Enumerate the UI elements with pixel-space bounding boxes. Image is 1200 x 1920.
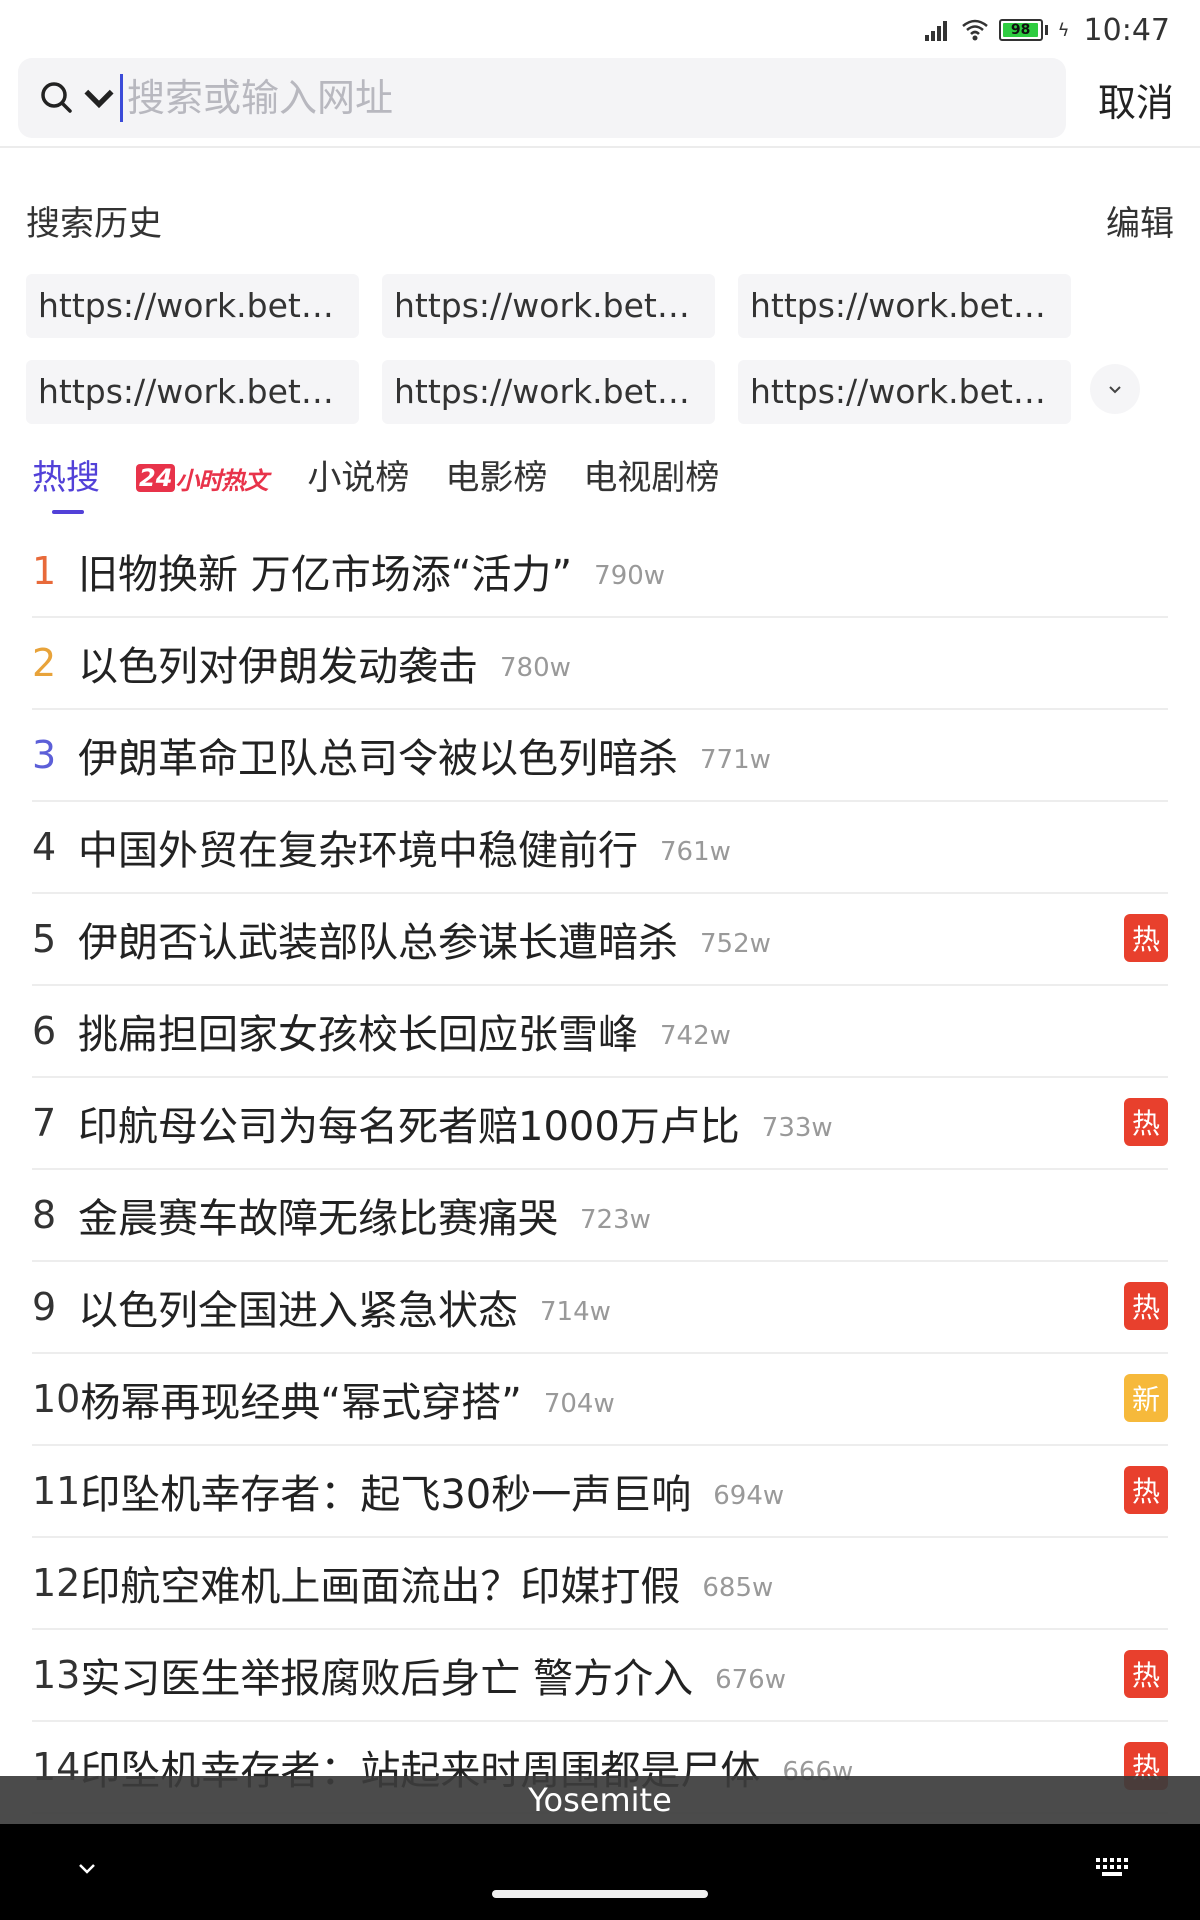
hot-rank-number: 12 bbox=[32, 1561, 81, 1605]
hot-title: 实习医生举报腐败后身亡 警方介入 bbox=[80, 1656, 694, 1702]
hot-rank-number: 3 bbox=[32, 733, 57, 777]
history-chip[interactable]: https://work.beta.example.com/b bbox=[382, 274, 715, 338]
hot-heat-count: 676w bbox=[715, 1665, 786, 1695]
text-cursor bbox=[120, 74, 123, 122]
chevron-down-icon bbox=[84, 89, 114, 109]
battery-percent: 98 bbox=[1010, 22, 1031, 38]
history-chip[interactable]: https://work.beta.example.com/a bbox=[26, 274, 359, 338]
hot-heat-count: 780w bbox=[500, 653, 571, 683]
hot-search-item[interactable]: 13 实习医生举报腐败后身亡 警方介入 676w 热 bbox=[32, 1630, 1168, 1722]
search-bar[interactable] bbox=[18, 58, 1066, 138]
hot-heat-count: 704w bbox=[543, 1389, 615, 1419]
hot-rank-number: 7 bbox=[32, 1101, 57, 1145]
keyboard-icon[interactable] bbox=[1094, 1856, 1130, 1878]
search-icon bbox=[41, 82, 72, 113]
hot-heat-count: 694w bbox=[713, 1481, 785, 1511]
toast: Yosemite bbox=[0, 1776, 1200, 1824]
hot-rank-number: 6 bbox=[32, 1009, 57, 1053]
history-expand-button[interactable] bbox=[1090, 364, 1140, 414]
tab-novel[interactable]: 小说榜 bbox=[307, 450, 409, 520]
rank-tabs: 热搜 24 小时热文 小说榜 电影榜 电视剧榜 bbox=[32, 450, 755, 520]
header-divider bbox=[0, 146, 1200, 148]
status-icons: 98 ϟ 10:47 bbox=[924, 10, 1170, 50]
hot-search-item[interactable]: 11 印坠机幸存者：起飞30秒一声巨响 694w 热 bbox=[32, 1446, 1168, 1538]
hot-search-item[interactable]: 3 伊朗革命卫队总司令被以色列暗杀 771w bbox=[32, 710, 1168, 802]
hot-heat-count: 723w bbox=[580, 1205, 651, 1235]
hot-search-item[interactable]: 4 中国外贸在复杂环境中稳健前行 761w bbox=[32, 802, 1168, 894]
hot-title: 挑扁担回家女孩校长回应张雪峰 bbox=[78, 1012, 638, 1058]
hot-title: 杨幂再现经典“幂式穿搭” bbox=[80, 1380, 522, 1426]
history-chip[interactable]: https://work.beta.example.com/e bbox=[382, 360, 715, 424]
hot-search-item[interactable]: 5 伊朗否认武装部队总参谋长遭暗杀 752w 热 bbox=[32, 894, 1168, 986]
history-chip[interactable]: https://work.beta.example.com/d bbox=[26, 360, 359, 424]
hot-title: 以色列对伊朗发动袭击 bbox=[78, 644, 478, 690]
hot-heat-count: 742w bbox=[660, 1021, 731, 1051]
hot-search-item[interactable]: 6 挑扁担回家女孩校长回应张雪峰 742w bbox=[32, 986, 1168, 1078]
history-title: 搜索历史 bbox=[26, 204, 162, 244]
hot-title: 伊朗否认武装部队总参谋长遭暗杀 bbox=[78, 920, 678, 966]
hot-search-item[interactable]: 9 以色列全国进入紧急状态 714w 热 bbox=[32, 1262, 1168, 1354]
hot-heat-count: 733w bbox=[761, 1113, 833, 1143]
history-chip[interactable]: https://work.beta.example.com/f bbox=[738, 360, 1071, 424]
hot-badge: 热 bbox=[1124, 1650, 1168, 1698]
navigation-bar bbox=[0, 1824, 1200, 1920]
hot-title: 中国外贸在复杂环境中稳健前行 bbox=[78, 828, 638, 874]
hot-heat-count: 790w bbox=[594, 561, 666, 591]
hot-search-item[interactable]: 1 旧物换新 万亿市场添“活力” 790w bbox=[32, 526, 1168, 618]
wifi-icon bbox=[961, 19, 988, 41]
hot-rank-number: 9 bbox=[32, 1285, 57, 1329]
battery-icon: 98 bbox=[998, 19, 1043, 41]
hot-rank-number: 11 bbox=[32, 1469, 81, 1513]
hot-heat-count: 771w bbox=[700, 745, 771, 775]
hot-title: 以色列全国进入紧急状态 bbox=[78, 1288, 518, 1334]
tab-movie[interactable]: 电影榜 bbox=[445, 450, 547, 520]
home-handle[interactable] bbox=[492, 1890, 708, 1898]
hot-title: 旧物换新 万亿市场添“活力” bbox=[78, 552, 573, 598]
search-input[interactable] bbox=[127, 76, 1027, 120]
history-edit-button[interactable]: 编辑 bbox=[1106, 196, 1174, 245]
hot-heat-count: 752w bbox=[700, 929, 771, 959]
logo-24-number: 24 bbox=[136, 464, 176, 492]
hot-rank-number: 1 bbox=[32, 549, 57, 593]
hot-search-list: 1 旧物换新 万亿市场添“活力” 790w 2 以色列对伊朗发动袭击 780w 3 伊朗革命卫… bbox=[32, 526, 1168, 1814]
hot-badge: 热 bbox=[1124, 1098, 1168, 1146]
hot-badge: 热 bbox=[1124, 914, 1168, 962]
search-engine-selector[interactable] bbox=[38, 79, 118, 117]
hot-search-item[interactable]: 2 以色列对伊朗发动袭击 780w bbox=[32, 618, 1168, 710]
hot-heat-count: 685w bbox=[702, 1573, 774, 1603]
tab-24h-hot-articles[interactable]: 24 小时热文 bbox=[136, 456, 268, 500]
hot-title: 印航母公司为每名死者赔1000万卢比 bbox=[78, 1104, 740, 1150]
charging-icon: ϟ bbox=[1057, 19, 1070, 41]
hot-rank-number: 2 bbox=[32, 641, 57, 685]
hot-badge: 热 bbox=[1124, 1282, 1168, 1330]
hot-title: 印坠机幸存者：起飞30秒一声巨响 bbox=[80, 1472, 692, 1518]
hot-title: 金晨赛车故障无缘比赛痛哭 bbox=[78, 1196, 558, 1242]
hot-rank-number: 13 bbox=[32, 1653, 81, 1697]
tab-tv[interactable]: 电视剧榜 bbox=[583, 450, 719, 520]
hot-heat-count: 714w bbox=[540, 1297, 611, 1327]
hot-rank-number: 8 bbox=[32, 1193, 57, 1237]
history-chip[interactable]: https://work.beta.example.com/c bbox=[738, 274, 1071, 338]
hot-rank-number: 4 bbox=[32, 825, 57, 869]
hot-search-item[interactable]: 10 杨幂再现经典“幂式穿搭” 704w 新 bbox=[32, 1354, 1168, 1446]
tab-hot-search[interactable]: 热搜 bbox=[32, 450, 100, 520]
chevron-down-icon bbox=[1109, 386, 1121, 394]
status-time: 10:47 bbox=[1083, 12, 1170, 48]
battery-cap bbox=[1044, 25, 1048, 35]
hot-badge: 热 bbox=[1124, 1466, 1168, 1514]
nav-collapse-icon[interactable] bbox=[72, 1854, 102, 1884]
new-badge: 新 bbox=[1124, 1374, 1168, 1422]
cancel-button[interactable]: 取消 bbox=[1098, 72, 1174, 127]
hot-heat-count: 761w bbox=[660, 837, 731, 867]
hot-search-item[interactable]: 12 印航空难机上画面流出？印媒打假 685w bbox=[32, 1538, 1168, 1630]
logo-24-text: 小时热文 bbox=[175, 466, 268, 495]
hot-rank-number: 10 bbox=[32, 1377, 81, 1421]
hot-title: 伊朗革命卫队总司令被以色列暗杀 bbox=[78, 736, 678, 782]
hot-search-item[interactable]: 7 印航母公司为每名死者赔1000万卢比 733w 热 bbox=[32, 1078, 1168, 1170]
hot-search-item[interactable]: 8 金晨赛车故障无缘比赛痛哭 723w bbox=[32, 1170, 1168, 1262]
signal-icon bbox=[924, 19, 951, 41]
hot-rank-number: 5 bbox=[32, 917, 57, 961]
hot-title: 印航空难机上画面流出？印媒打假 bbox=[80, 1564, 681, 1610]
status-bar: 98 ϟ 10:47 bbox=[0, 0, 1200, 58]
